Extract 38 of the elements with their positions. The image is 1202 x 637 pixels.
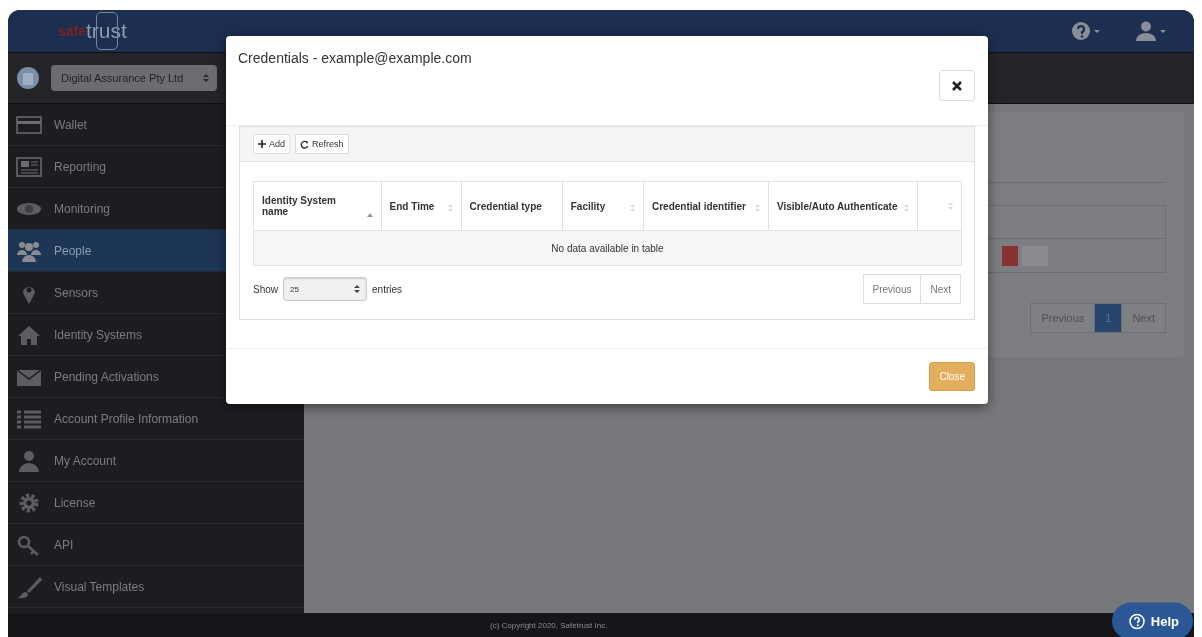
help-menu-button[interactable] xyxy=(1072,22,1100,40)
caret-icon xyxy=(1160,29,1166,33)
plus-icon xyxy=(258,140,266,148)
copyright-text: (c) Copyright 2020, Safetrust Inc. xyxy=(490,621,608,630)
building-avatar-icon xyxy=(17,67,39,89)
empty-table-message: No data available in table xyxy=(253,230,962,266)
user-menu-button[interactable] xyxy=(1136,21,1166,41)
refresh-icon xyxy=(300,139,309,149)
add-button[interactable]: Add xyxy=(253,134,290,154)
sidebar-item[interactable]: My Account xyxy=(8,440,304,482)
modal-title: Credentials - example@example.com xyxy=(238,50,472,66)
page-link[interactable]: Previous xyxy=(862,274,922,304)
user-icon xyxy=(1136,21,1156,41)
help-icon xyxy=(1128,613,1145,629)
person-icon xyxy=(16,448,42,473)
close-button[interactable] xyxy=(939,70,975,101)
column-header[interactable]: Identity System name xyxy=(253,181,382,231)
caret-icon xyxy=(1094,29,1100,33)
column-header[interactable]: Visible/Auto Authenticate xyxy=(768,181,918,231)
show-label: Show xyxy=(253,283,278,295)
entries-select[interactable]: 25 xyxy=(283,277,367,301)
column-header[interactable]: Facility xyxy=(562,181,644,231)
entries-label: entries xyxy=(372,283,403,295)
page-link[interactable]: Next xyxy=(920,274,961,304)
column-header[interactable]: Credential identifier xyxy=(643,181,769,231)
help-button[interactable]: Help xyxy=(1111,602,1193,637)
sidebar-item[interactable]: License xyxy=(8,482,304,524)
sidebar-item[interactable]: Visual Templates xyxy=(8,566,304,608)
close-icon xyxy=(952,80,962,91)
help-icon xyxy=(1072,22,1090,40)
column-header[interactable]: Credential type xyxy=(461,181,563,231)
column-header[interactable]: End Time xyxy=(381,181,462,231)
report-table-icon xyxy=(16,154,42,179)
organization-select[interactable]: Digital Assurance Pty Ltd xyxy=(51,65,217,91)
sidebar-item[interactable]: API xyxy=(8,524,304,566)
refresh-button[interactable]: Refresh xyxy=(295,134,349,154)
select-arrows-icon xyxy=(203,74,209,82)
select-arrows-icon xyxy=(354,285,360,293)
